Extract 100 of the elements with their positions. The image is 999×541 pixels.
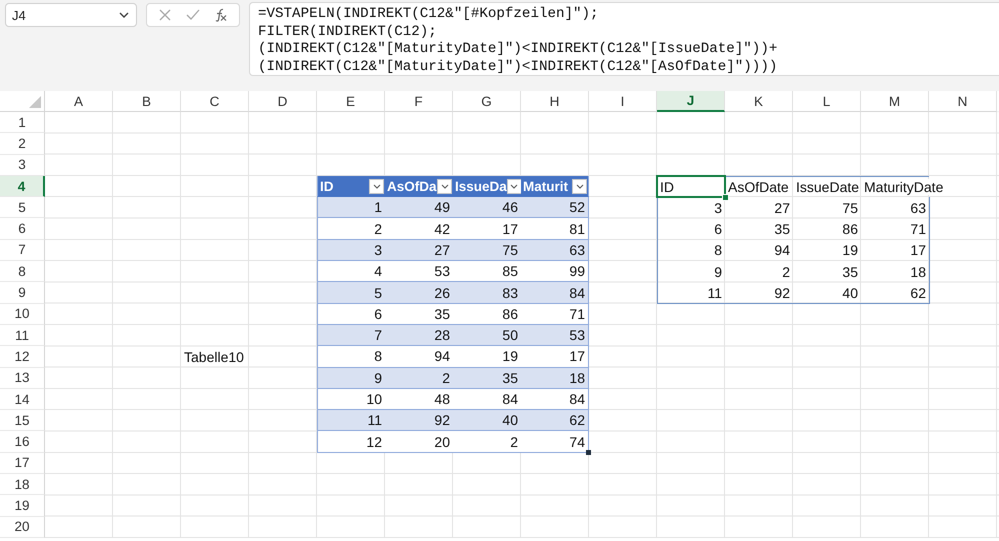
- table-cell[interactable]: 17: [861, 240, 930, 262]
- table-cell[interactable]: 84: [521, 282, 589, 304]
- table-cell[interactable]: 17: [453, 218, 521, 240]
- formula-field[interactable]: =VSTAPELN(INDIREKT(C12&"[#Kopfzeilen]"); FILTER(INDIREKT(C12); (INDIREKT(C12&"[MaturityDate]")<INDIREKT(C12&"[IssueDate]"))+ (INDIREKT(C12&"[MaturityDate]")<INDIREKT(C12&"[AsOfDate]")))): [249, 2, 999, 76]
- table-cell[interactable]: 17: [521, 346, 589, 368]
- table-cell[interactable]: 26: [385, 282, 453, 304]
- row-header[interactable]: 16: [0, 431, 45, 453]
- row-header[interactable]: 9: [0, 282, 45, 304]
- row-header[interactable]: 19: [0, 495, 45, 517]
- table-cell[interactable]: 75: [453, 240, 521, 262]
- table-resize-handle[interactable]: [586, 450, 591, 455]
- row-header[interactable]: 20: [0, 516, 45, 538]
- row-header[interactable]: 3: [0, 154, 45, 176]
- table-cell[interactable]: 92: [385, 410, 453, 432]
- table-cell[interactable]: 2: [385, 368, 453, 389]
- row-header[interactable]: 18: [0, 474, 45, 496]
- table-cell[interactable]: 52: [521, 197, 589, 218]
- table-cell[interactable]: 28: [385, 324, 453, 346]
- table-cell[interactable]: 63: [861, 197, 930, 218]
- table-cell[interactable]: 11: [317, 410, 385, 432]
- row-header[interactable]: 6: [0, 218, 45, 240]
- table-cell[interactable]: 18: [521, 368, 589, 389]
- table-cell[interactable]: 1: [317, 197, 385, 218]
- table-cell[interactable]: 8: [657, 240, 725, 262]
- filter-button[interactable]: [572, 178, 587, 194]
- table-cell[interactable]: 5: [317, 282, 385, 304]
- table-cell[interactable]: Tabelle10: [181, 346, 249, 368]
- row-header[interactable]: 10: [0, 304, 45, 325]
- table-cell[interactable]: 94: [385, 346, 453, 368]
- table-cell[interactable]: 94: [725, 240, 793, 262]
- table-cell[interactable]: 10: [317, 388, 385, 410]
- table-cell[interactable]: 74: [521, 431, 589, 453]
- insert-function-icon[interactable]: [214, 8, 228, 22]
- name-box[interactable]: J4: [5, 3, 137, 27]
- table-cell[interactable]: 83: [453, 282, 521, 304]
- table-cell[interactable]: 19: [453, 346, 521, 368]
- table-cell[interactable]: 18: [861, 261, 930, 282]
- table-cell[interactable]: AsOfDate: [725, 176, 793, 198]
- table-cell[interactable]: 35: [793, 261, 861, 282]
- row-header[interactable]: 5: [0, 197, 45, 218]
- table-cell[interactable]: 75: [793, 197, 861, 218]
- table-cell[interactable]: 49: [385, 197, 453, 218]
- table-cell[interactable]: 8: [317, 346, 385, 368]
- table-cell[interactable]: 35: [725, 218, 793, 240]
- table-cell[interactable]: 35: [453, 368, 521, 389]
- table-cell[interactable]: 46: [453, 197, 521, 218]
- table-cell[interactable]: ID: [657, 176, 725, 198]
- filter-button[interactable]: [369, 178, 384, 194]
- table-cell[interactable]: 2: [317, 218, 385, 240]
- table-cell[interactable]: 81: [521, 218, 589, 240]
- table-cell[interactable]: 99: [521, 261, 589, 282]
- table-cell[interactable]: 50: [453, 324, 521, 346]
- table-cell[interactable]: 20: [385, 431, 453, 453]
- table-cell[interactable]: 2: [725, 261, 793, 282]
- table-cell[interactable]: 11: [657, 282, 725, 304]
- table-cell[interactable]: IssueDate: [793, 176, 861, 198]
- row-header[interactable]: 2: [0, 133, 45, 155]
- filter-button[interactable]: [506, 178, 522, 194]
- table-cell[interactable]: 62: [861, 282, 930, 304]
- row-header[interactable]: 1: [0, 112, 45, 134]
- row-header[interactable]: 8: [0, 261, 45, 282]
- table-cell[interactable]: 53: [521, 324, 589, 346]
- row-header[interactable]: 12: [0, 346, 45, 368]
- table-cell[interactable]: 9: [657, 261, 725, 282]
- row-header[interactable]: 13: [0, 368, 45, 389]
- table-cell[interactable]: 6: [657, 218, 725, 240]
- table-cell[interactable]: 19: [793, 240, 861, 262]
- row-header[interactable]: 17: [0, 452, 45, 474]
- table-cell[interactable]: 71: [521, 304, 589, 325]
- table-cell[interactable]: 27: [385, 240, 453, 262]
- table-cell[interactable]: 7: [317, 324, 385, 346]
- table-cell[interactable]: 62: [521, 410, 589, 432]
- table-cell[interactable]: 35: [385, 304, 453, 325]
- fill-handle[interactable]: [722, 194, 729, 202]
- table-cell[interactable]: 6: [317, 304, 385, 325]
- table-cell[interactable]: 84: [453, 388, 521, 410]
- table-cell[interactable]: 12: [317, 431, 385, 453]
- table-cell[interactable]: 27: [725, 197, 793, 218]
- table-cell[interactable]: 84: [521, 388, 589, 410]
- table-cell[interactable]: 3: [317, 240, 385, 262]
- row-header[interactable]: 11: [0, 324, 45, 346]
- table-cell[interactable]: 40: [793, 282, 861, 304]
- table-cell[interactable]: 3: [657, 197, 725, 218]
- table-cell[interactable]: MaturityDate: [864, 179, 944, 196]
- table-cell[interactable]: 63: [521, 240, 589, 262]
- row-header[interactable]: 7: [0, 240, 45, 262]
- row-header[interactable]: 15: [0, 410, 45, 432]
- table-cell[interactable]: 42: [385, 218, 453, 240]
- table-cell[interactable]: 92: [725, 282, 793, 304]
- check-icon[interactable]: [186, 8, 200, 22]
- table-cell[interactable]: 48: [385, 388, 453, 410]
- table-cell[interactable]: 71: [861, 218, 930, 240]
- filter-button[interactable]: [437, 178, 452, 194]
- table-cell[interactable]: 40: [453, 410, 521, 432]
- table-cell[interactable]: 86: [793, 218, 861, 240]
- table-cell[interactable]: 86: [453, 304, 521, 325]
- table-cell[interactable]: 4: [317, 261, 385, 282]
- column-header[interactable]: J: [657, 91, 725, 112]
- table-cell[interactable]: 85: [453, 261, 521, 282]
- row-header[interactable]: 4: [0, 176, 45, 198]
